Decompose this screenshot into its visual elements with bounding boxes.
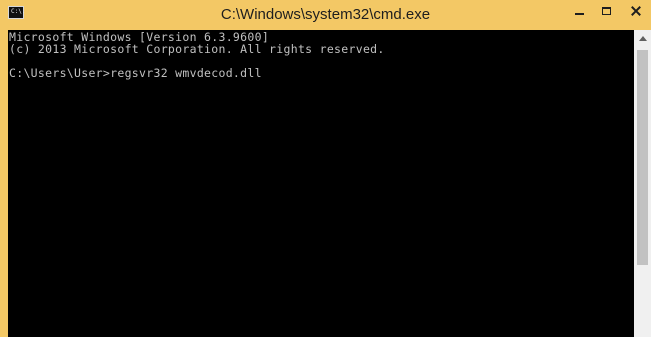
- maximize-icon: [602, 6, 611, 15]
- cmd-window: C:\. C:\Windows\system32\cmd.exe Microso…: [0, 0, 651, 337]
- console-output[interactable]: Microsoft Windows [Version 6.3.9600] (c)…: [8, 30, 634, 337]
- scroll-up-arrow-icon: [638, 36, 647, 41]
- close-icon: [631, 6, 641, 16]
- scrollbar-thumb[interactable]: [637, 50, 648, 265]
- minimize-icon: [575, 12, 584, 15]
- scroll-up-button[interactable]: [634, 30, 651, 47]
- window-title: C:\Windows\system32\cmd.exe: [220, 6, 431, 23]
- maximize-button[interactable]: [593, 0, 620, 21]
- title-bar[interactable]: C:\. C:\Windows\system32\cmd.exe: [0, 0, 651, 30]
- console-line-command: C:\Users\User>regsvr32 wmvdecod.dll: [9, 66, 262, 80]
- vertical-scrollbar[interactable]: [634, 30, 651, 337]
- minimize-button[interactable]: [566, 0, 593, 21]
- console-line-copyright: (c) 2013 Microsoft Corporation. All righ…: [9, 42, 385, 56]
- close-button[interactable]: [620, 0, 651, 21]
